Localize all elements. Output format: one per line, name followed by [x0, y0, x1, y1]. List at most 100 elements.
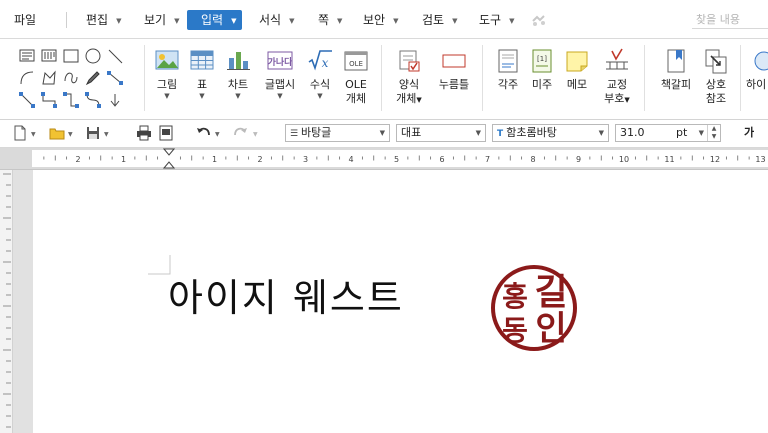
print-preview-icon[interactable] — [158, 125, 174, 141]
char-format-button[interactable]: 가 — [744, 124, 754, 142]
bookmark-icon — [667, 49, 685, 73]
dropdown-arrow-icon: ▼ — [416, 96, 422, 104]
insert-bookmark-button[interactable]: 책갈피 — [656, 47, 696, 92]
insert-textart-button[interactable]: 가나다 글맵시 ▼ — [260, 47, 300, 100]
insert-ole-button[interactable]: OLE OLE 개체 — [340, 47, 372, 106]
svg-text:가나다: 가나다 — [268, 56, 293, 68]
document-text[interactable]: 아이지 웨스트 — [168, 276, 404, 320]
chevron-down-icon: ▼ — [337, 16, 343, 25]
ruler-number: 3 — [303, 155, 308, 164]
ruler-number: 5 — [394, 155, 399, 164]
ruler-number: 1 — [212, 155, 217, 164]
connector-elbow-icon[interactable] — [40, 91, 58, 109]
ruler-number: 1 — [121, 155, 126, 164]
menu-file[interactable]: 파일 — [14, 10, 36, 30]
connector-curve-icon[interactable] — [84, 91, 102, 109]
line-icon[interactable] — [106, 47, 124, 65]
chevron-down-icon[interactable]: ▼ — [104, 131, 109, 138]
chevron-down-icon[interactable]: ▼ — [68, 131, 73, 138]
scroll-down-icon[interactable] — [106, 91, 124, 109]
rectangle-icon[interactable] — [62, 47, 80, 65]
chevron-down-icon: ▼ — [253, 131, 258, 138]
insert-hyperlink-button[interactable]: 하이 — [746, 47, 768, 92]
page-margin-strip — [13, 170, 33, 433]
insert-chart-button[interactable]: 차트 ▼ — [222, 47, 254, 100]
seal-character: 동 — [502, 314, 528, 347]
connector-elbow-2-icon[interactable] — [62, 91, 80, 109]
extension-icon[interactable] — [531, 13, 547, 27]
undo-icon[interactable] — [196, 125, 212, 141]
text-box-icon[interactable] — [18, 47, 36, 65]
chevron-down-icon: ▼ — [509, 16, 515, 25]
menu-security[interactable]: 보안 ▼ — [363, 10, 398, 30]
indent-marker-icon[interactable] — [163, 148, 175, 169]
dropdown-arrow-icon: ▼ — [199, 92, 205, 100]
redo-icon[interactable] — [232, 125, 248, 141]
menu-page[interactable]: 쪽 ▼ — [318, 10, 342, 30]
hyperlink-icon — [754, 51, 768, 71]
ribbon-toolbar: 그림 ▼ 표 ▼ 차트 ▼ 가나다 글맵시 ▼ x 수식 ▼ OLE OLE 개… — [0, 39, 768, 120]
font-size-input[interactable]: 31.0 pt ▼ ▲ ▼ — [615, 124, 721, 142]
menu-insert[interactable]: 입력 ▼ — [187, 10, 243, 30]
form-object-icon — [399, 50, 420, 72]
seal-stamp[interactable]: 홍 길동 인 — [490, 264, 578, 352]
textart-icon: 가나다 — [267, 51, 293, 70]
insert-field-button[interactable]: 누름틀 — [434, 47, 474, 92]
format-toolbar: ▼ ▼ ▼ ▼ ▼ ☰ 바탕글 ▼ 대표 ▼ T 함초롬바탕 ▼ 31.0 pt… — [0, 120, 768, 148]
insert-memo-button[interactable]: 메모 — [563, 47, 591, 92]
menu-bar: 파일 편집 ▼ 보기 ▼ 입력 ▼ 서식 ▼ 쪽 ▼ 보안 ▼ 검토 ▼ 도구 ▼ — [0, 0, 768, 39]
chevron-down-icon: ▼ — [174, 16, 180, 25]
curve-icon[interactable] — [62, 69, 80, 87]
ribbon-separator — [644, 45, 645, 111]
chart-icon — [227, 52, 250, 70]
print-icon[interactable] — [136, 125, 152, 141]
insert-table-button[interactable]: 표 ▼ — [188, 47, 216, 100]
chevron-down-icon: ▼ — [231, 16, 237, 25]
ruler-scale: 2 1 1 2 3 4 5 6 7 8 9 10 11 12 13 — [43, 155, 766, 164]
menu-edit[interactable]: 편집 ▼ — [86, 10, 121, 30]
proofread-icon — [606, 48, 628, 70]
insert-footnote-button[interactable]: 각주 — [494, 47, 522, 92]
insert-proofread-button[interactable]: 교정 부호▼ — [600, 47, 634, 107]
connector-straight-icon[interactable] — [18, 91, 36, 109]
language-select[interactable]: 대표 ▼ — [396, 124, 486, 142]
seal-character: 인 — [535, 309, 566, 349]
chevron-down-icon: ▼ — [379, 129, 385, 137]
chevron-down-icon[interactable]: ▼ — [215, 131, 220, 138]
menu-format[interactable]: 서식 ▼ — [259, 10, 294, 30]
save-icon[interactable] — [85, 125, 101, 141]
ribbon-separator — [740, 45, 741, 111]
ribbon-separator — [144, 45, 145, 111]
insert-picture-button[interactable]: 그림 ▼ — [151, 47, 183, 100]
open-folder-icon[interactable] — [49, 125, 65, 141]
ellipse-icon[interactable] — [84, 47, 102, 65]
horizontal-ruler[interactable]: 2 1 1 2 3 4 5 6 7 8 9 10 11 12 13 — [0, 148, 768, 170]
ruler-number: 6 — [439, 155, 444, 164]
ruler-number: 12 — [710, 155, 720, 164]
connector-icon[interactable] — [106, 69, 124, 87]
pen-icon[interactable] — [84, 69, 102, 87]
insert-formula-button[interactable]: x 수식 ▼ — [304, 47, 336, 100]
insert-form-object-button[interactable]: 양식 개체▼ — [392, 47, 426, 107]
dropdown-arrow-icon: ▼ — [624, 96, 630, 104]
style-select[interactable]: ☰ 바탕글 ▼ — [285, 124, 390, 142]
vertical-text-box-icon[interactable] — [40, 47, 58, 65]
chevron-down-icon: ▼ — [289, 16, 295, 25]
menu-view[interactable]: 보기 ▼ — [144, 10, 179, 30]
picture-icon — [155, 50, 179, 70]
new-document-icon[interactable] — [12, 125, 28, 141]
insert-endnote-button[interactable]: [1] 미주 — [528, 47, 556, 92]
menu-review[interactable]: 검토 ▼ — [422, 10, 457, 30]
menu-tools[interactable]: 도구 ▼ — [479, 10, 514, 30]
chevron-down-icon[interactable]: ▼ — [31, 131, 36, 138]
font-select[interactable]: T 함초롬바탕 ▼ — [492, 124, 609, 142]
ole-object-icon: OLE — [344, 51, 368, 71]
arc-icon[interactable] — [18, 69, 36, 87]
search-input[interactable] — [692, 10, 768, 29]
svg-text:OLE: OLE — [349, 60, 363, 68]
font-size-stepper[interactable]: ▲ ▼ — [707, 125, 720, 141]
polygon-icon[interactable] — [40, 69, 58, 87]
endnote-icon: [1] — [532, 49, 552, 73]
insert-cross-reference-button[interactable]: 상호 참조 — [700, 47, 732, 106]
chevron-down-icon: ▼ — [598, 129, 604, 137]
